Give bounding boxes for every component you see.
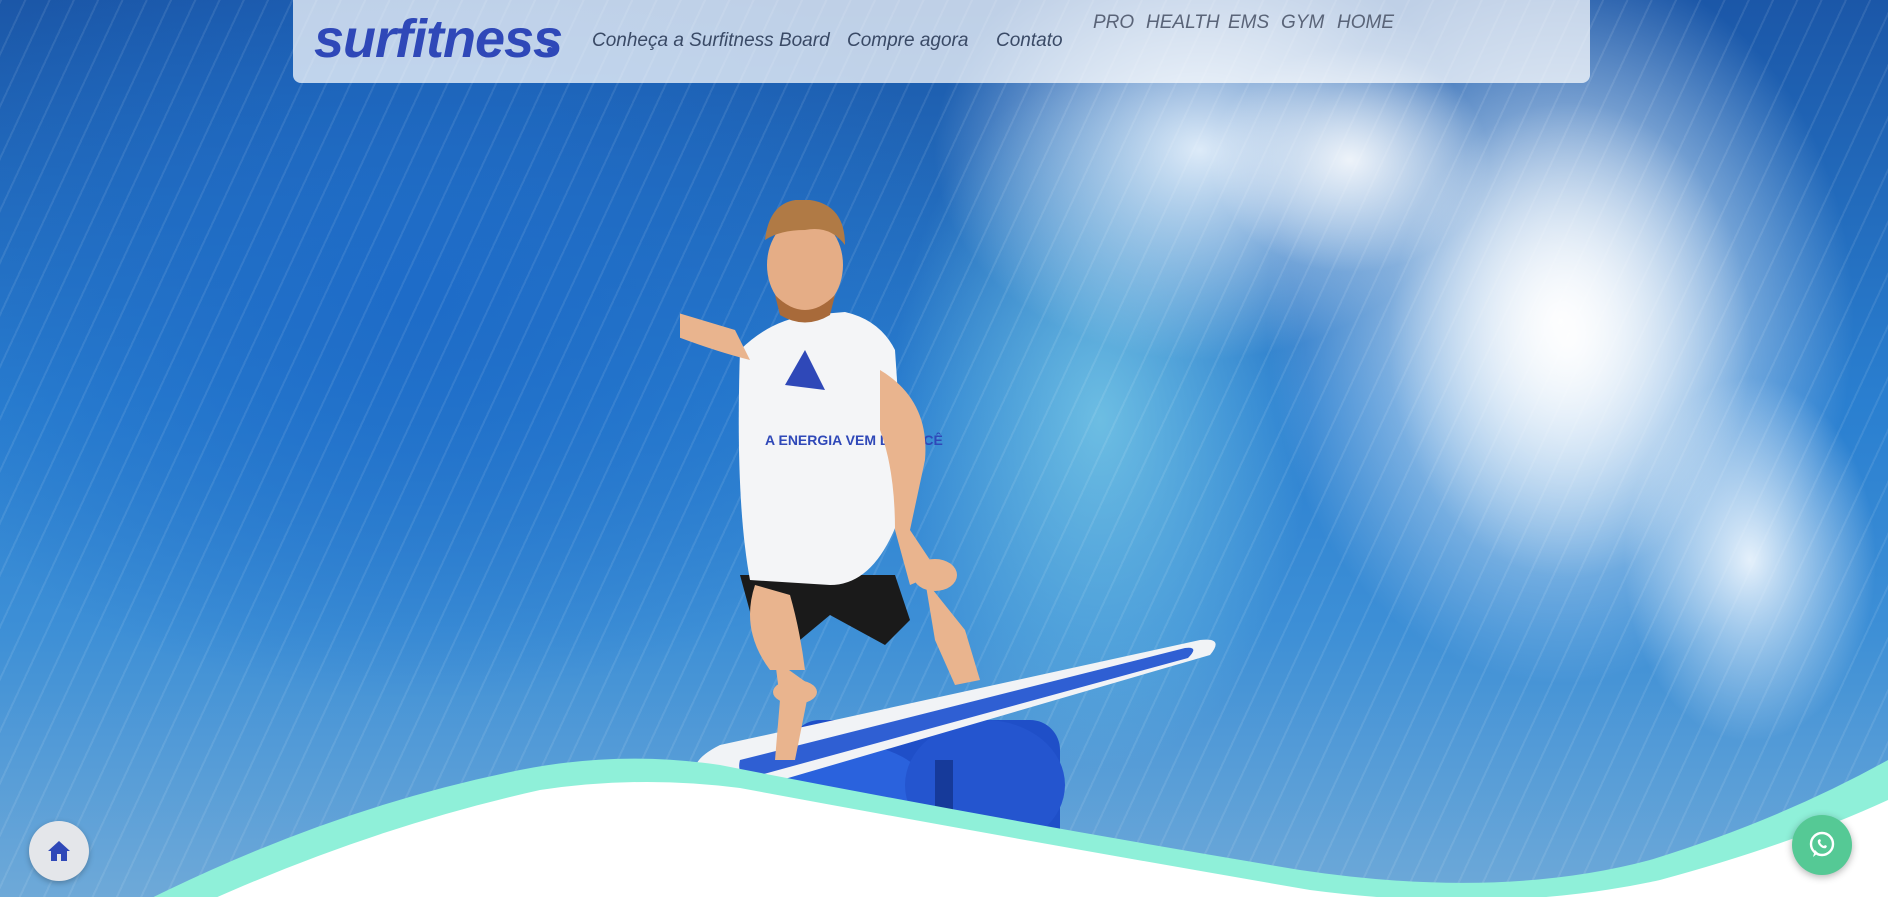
surfitness-logo[interactable]: surfitness: [314, 6, 563, 72]
whatsapp-icon: [1809, 831, 1835, 857]
whatsapp-button[interactable]: [1792, 815, 1852, 875]
hero-banner: A ENERGIA VEM DE VOCÊ: [0, 0, 1888, 897]
nav-link-ems[interactable]: EMS: [1228, 12, 1269, 34]
home-button[interactable]: [29, 821, 89, 881]
nav-link-contato[interactable]: Contato: [996, 30, 1063, 52]
nav-link-compre-agora[interactable]: Compre agora: [847, 30, 968, 52]
wave-divider: [153, 758, 1888, 897]
home-icon: [48, 841, 70, 861]
nav-link-gym[interactable]: GYM: [1281, 12, 1324, 34]
nav-link-home[interactable]: HOME: [1337, 12, 1394, 34]
logo-dot: [547, 47, 553, 53]
nav-link-pro[interactable]: PRO: [1093, 12, 1134, 34]
nav-link-conheca[interactable]: Conheça a Surfitness Board: [592, 30, 830, 52]
nav-link-health[interactable]: HEALTH: [1146, 12, 1220, 34]
